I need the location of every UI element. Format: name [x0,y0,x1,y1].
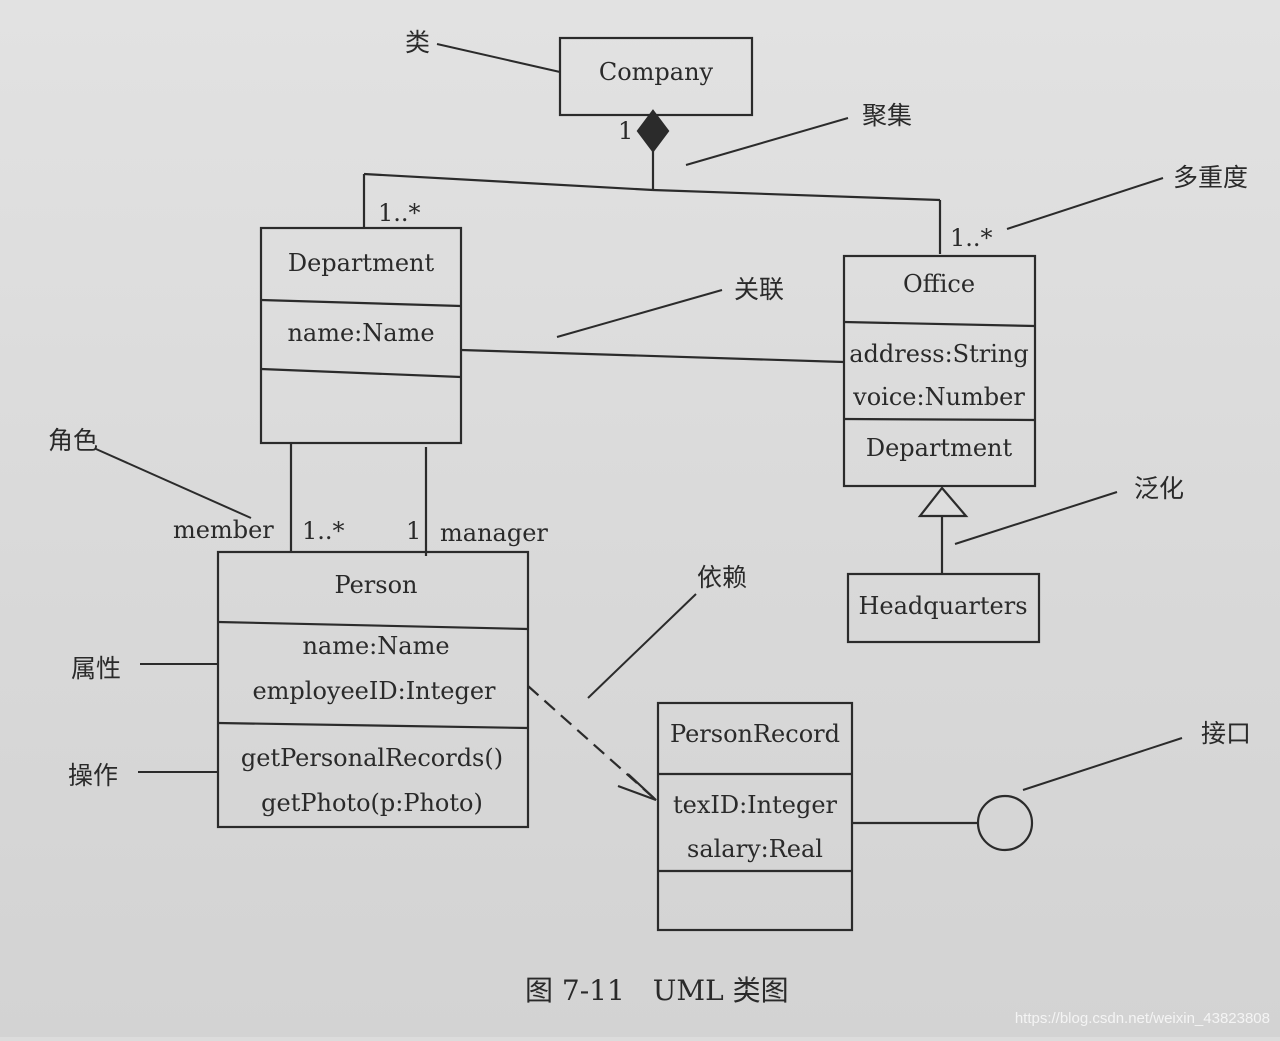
multiplicity-manager: 1 [406,517,421,545]
annotation-attribute: 属性 [71,654,121,683]
role-manager: manager [440,519,548,547]
class-headquarters-name: Headquarters [858,592,1027,620]
leader-multiplicity [1006,177,1164,230]
annotation-multiplicity: 多重度 [1173,163,1248,192]
aggregation-branch-left [363,172,654,192]
watermark: https://blog.csdn.net/weixin_43823808 [1015,1010,1270,1027]
class-person-record-attribute: salary:Real [687,835,823,863]
multiplicity-company: 1 [618,117,633,145]
generalization-connector [917,486,969,574]
class-company-name: Company [599,58,714,86]
generalization-triangle [917,486,969,518]
aggregation-connector [362,109,942,254]
interface-circle [976,794,1034,852]
diagram-stage: Company Department name:Name Office addr… [0,0,1280,1037]
leader-role [95,448,252,519]
class-person-attribute: name:Name [302,632,449,660]
class-office-name: Office [903,270,975,298]
uml-class-diagram: Company Department name:Name Office addr… [48,28,1270,1027]
class-office-attribute: voice:Number [852,383,1025,411]
class-person-operation: getPhoto(p:Photo) [261,789,483,817]
divider [843,417,1036,422]
annotation-class: 类 [405,28,430,57]
annotation-operation: 操作 [68,761,118,790]
class-person-name: Person [335,571,418,599]
class-department-name: Department [288,249,435,277]
leader-generalization [954,491,1118,545]
annotation-role: 角色 [48,426,98,455]
annotation-association: 关联 [734,275,784,304]
leader-aggregation [685,117,849,166]
annotation-interface: 接口 [1201,719,1251,748]
divider [260,298,462,308]
class-person-record-attribute: texID:Integer [673,791,838,819]
multiplicity-office: 1..* [950,224,993,252]
class-person-attribute: employeeID:Integer [252,677,496,705]
annotation-aggregation: 聚集 [862,101,912,130]
leader-dependency [587,593,697,699]
annotation-dependency: 依赖 [697,563,747,592]
divider [217,620,529,631]
leader-class [436,43,561,73]
divider [260,367,462,379]
role-member: member [173,516,274,544]
class-office-operation: Department [866,434,1013,462]
multiplicity-department: 1..* [378,199,421,227]
aggregation-branch-right [652,188,941,202]
divider [843,320,1036,328]
leader-interface [1022,737,1183,791]
multiplicity-member: 1..* [302,517,345,545]
dependency-connector [527,685,657,802]
class-person-operation: getPersonalRecords() [241,744,503,772]
association-line [460,348,845,364]
class-department-attribute: name:Name [287,319,434,347]
class-person-record-name: PersonRecord [670,720,840,748]
interface-lollipop [852,794,1034,852]
leader-association [556,289,723,338]
divider [217,721,529,730]
annotation-generalization: 泛化 [1134,474,1184,503]
aggregation-diamond [636,109,670,153]
figure-caption: 图 7-11 UML 类图 [525,974,789,1007]
class-office-attribute: address:String [849,340,1028,368]
dependency-arrowhead [617,773,657,802]
